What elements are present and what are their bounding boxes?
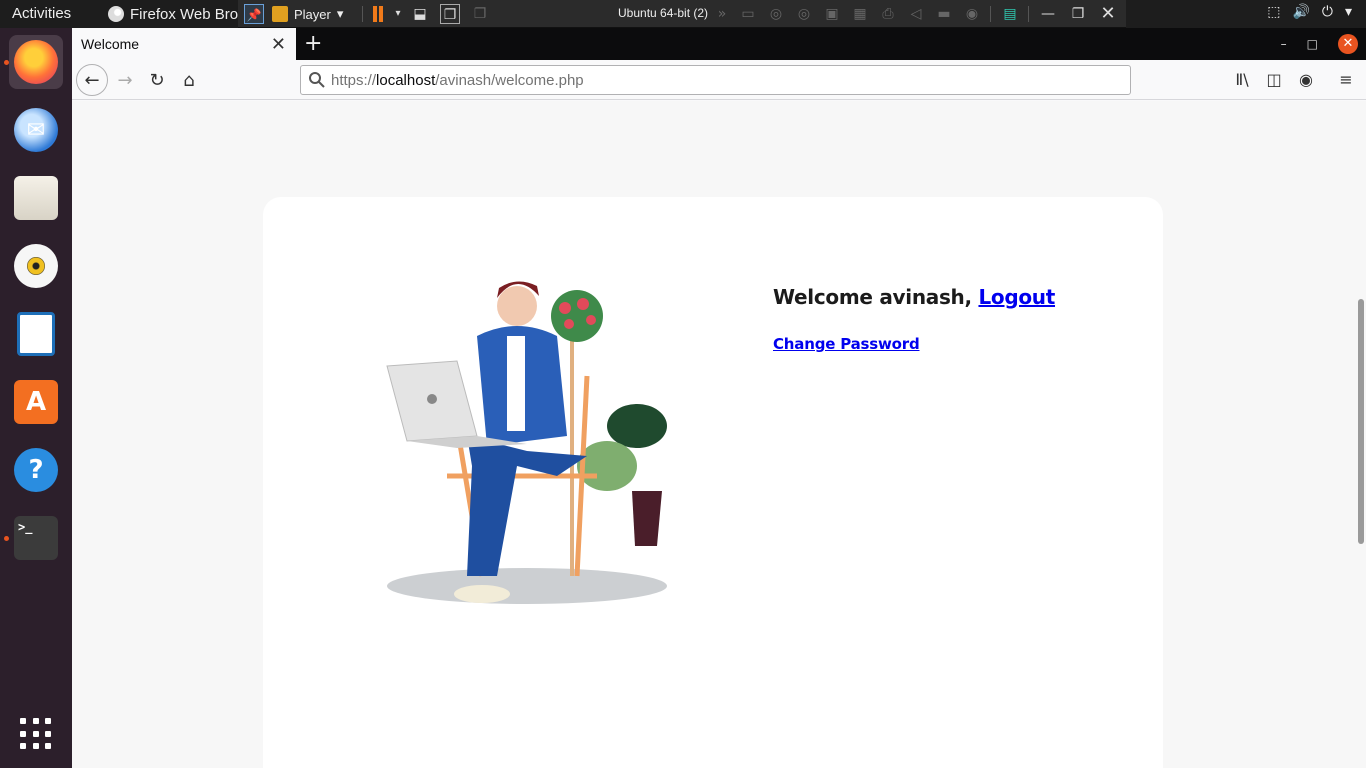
player-label: Player <box>294 6 331 22</box>
chevron-down-icon[interactable]: ▾ <box>1345 4 1352 20</box>
home-button[interactable]: ⌂ <box>174 65 204 95</box>
vm-title: Ubuntu 64-bit (2) <box>618 6 709 20</box>
player-menu[interactable]: Player ▾ <box>272 4 343 24</box>
vmware-toolbar: 📌 Player ▾ ▾ ⬓ ❐ ❐ Ubuntu 64-bit (2) » ▭… <box>238 0 1126 28</box>
fullscreen-icon[interactable]: ❐ <box>440 4 460 24</box>
player-icon <box>272 6 288 22</box>
page-content: Welcome avinash, Logout Change Password <box>72 101 1366 768</box>
welcome-text: Welcome avinash, <box>773 285 979 309</box>
cd-icon[interactable]: ◎ <box>766 4 786 24</box>
url-host: localhost <box>376 71 436 89</box>
dock: ✉ A ? >_ <box>0 28 72 768</box>
app-menu[interactable]: Firefox Web Browser <box>108 0 238 28</box>
chevron-down-icon[interactable]: ▾ <box>388 4 408 24</box>
search-icon <box>309 72 325 88</box>
rhythmbox-icon <box>14 244 58 288</box>
dock-libreoffice-writer[interactable] <box>9 307 63 361</box>
camera-icon[interactable]: ◉ <box>962 4 982 24</box>
person-with-laptop-illustration <box>386 281 667 604</box>
scrollbar[interactable] <box>1358 299 1364 544</box>
activities-button[interactable]: Activities <box>12 5 71 22</box>
sidebar-icon[interactable]: ◫ <box>1262 68 1286 92</box>
software-icon: A <box>14 380 58 424</box>
change-password-link[interactable]: Change Password <box>773 335 920 353</box>
navigation-toolbar: ← → ↻ ⌂ https://localhost/avinash/welcom… <box>72 60 1366 100</box>
firefox-window: Welcome ✕ + – □ ✕ ← → ↻ ⌂ https://localh… <box>72 28 1366 768</box>
menu-icon[interactable]: ≡ <box>1334 68 1358 92</box>
network-icon[interactable]: ⬚ <box>1267 4 1280 20</box>
thunderbird-icon: ✉ <box>14 108 58 152</box>
maximize-button[interactable]: □ <box>1307 37 1318 51</box>
pause-icon[interactable] <box>368 4 388 24</box>
divider <box>990 6 991 22</box>
tab-title: Welcome <box>81 36 140 52</box>
tab-strip: Welcome ✕ + – □ ✕ <box>72 28 1366 60</box>
dock-firefox[interactable] <box>9 35 63 89</box>
volume-icon[interactable]: 🔊 <box>1292 4 1309 20</box>
power-icon[interactable]: ⏻ <box>1322 4 1333 20</box>
usb-icon[interactable]: ▬ <box>934 4 954 24</box>
reload-button[interactable]: ↻ <box>142 65 172 95</box>
minimize-button[interactable]: – <box>1281 37 1287 51</box>
logout-link[interactable]: Logout <box>978 285 1055 309</box>
send-ctrl-alt-del-icon[interactable]: ⬓ <box>410 4 430 24</box>
url-bar[interactable]: https://localhost/avinash/welcome.php <box>300 65 1131 95</box>
system-tray: ⬚ 🔊 ⏻ ▾ <box>1267 4 1352 20</box>
printer-icon[interactable]: ⎙ <box>878 4 898 24</box>
divider <box>362 6 363 22</box>
minimize-icon[interactable]: — <box>1038 4 1058 24</box>
network-icon[interactable]: ▦ <box>850 4 870 24</box>
dock-thunderbird[interactable]: ✉ <box>9 103 63 157</box>
floppy-icon[interactable]: ▣ <box>822 4 842 24</box>
unity-icon[interactable]: ❐ <box>470 4 490 24</box>
dock-rhythmbox[interactable] <box>9 239 63 293</box>
help-icon: ? <box>14 448 58 492</box>
sound-icon[interactable]: ◁ <box>906 4 926 24</box>
restore-icon[interactable]: ❐ <box>1068 4 1088 24</box>
dock-help[interactable]: ? <box>9 443 63 497</box>
app-menu-label: Firefox Web Browser <box>130 5 238 23</box>
close-window-button[interactable]: ✕ <box>1338 34 1358 54</box>
welcome-heading: Welcome avinash, Logout <box>773 285 1055 309</box>
dock-terminal[interactable]: >_ <box>9 511 63 565</box>
firefox-icon <box>14 40 58 84</box>
firefox-icon <box>108 6 124 22</box>
tab-welcome[interactable]: Welcome ✕ <box>72 28 296 60</box>
chevron-down-icon: ▾ <box>336 6 344 21</box>
close-icon[interactable]: ✕ <box>1098 4 1118 24</box>
dock-software[interactable]: A <box>9 375 63 429</box>
notes-icon[interactable]: ▤ <box>1000 4 1020 24</box>
new-tab-button[interactable]: + <box>304 31 322 57</box>
account-icon[interactable]: ◉ <box>1294 68 1318 92</box>
drive-icon[interactable]: ▭ <box>738 4 758 24</box>
forward-button[interactable]: → <box>110 65 140 95</box>
url-prefix: https:// <box>331 71 377 89</box>
window-controls: – □ ✕ <box>1281 34 1358 54</box>
terminal-icon: >_ <box>14 516 58 560</box>
divider <box>1028 6 1029 22</box>
dock-files[interactable] <box>9 171 63 225</box>
back-button[interactable]: ← <box>76 64 108 96</box>
files-icon <box>14 176 58 220</box>
library-icon[interactable]: Ⅱ\ <box>1230 68 1254 92</box>
writer-icon <box>17 312 55 356</box>
cd-icon[interactable]: ◎ <box>794 4 814 24</box>
fast-forward-icon[interactable]: » <box>712 4 732 24</box>
pin-icon[interactable]: 📌 <box>244 4 264 24</box>
close-tab-icon[interactable]: ✕ <box>271 34 286 54</box>
url-path: /avinash/welcome.php <box>435 71 584 89</box>
show-applications-icon[interactable] <box>20 718 52 750</box>
system-top-bar: Activities Firefox Web Browser 📌 Player … <box>0 0 1366 28</box>
